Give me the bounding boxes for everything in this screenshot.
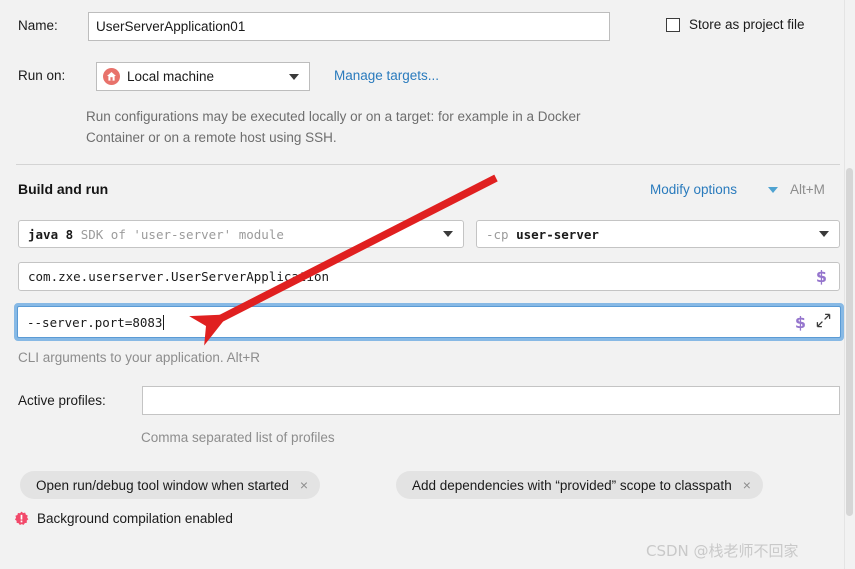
cli-arguments-focus-ring: --server.port=8083 $ xyxy=(14,303,844,341)
run-on-hint-text: Run configurations may be executed local… xyxy=(86,109,581,145)
section-divider xyxy=(16,164,840,165)
watermark: CSDN @栈老师不回家 xyxy=(646,542,799,560)
background-compilation-status: Background compilation enabled xyxy=(14,511,233,526)
run-on-target-dropdown[interactable]: Local machine xyxy=(96,62,310,91)
expand-editor-icon[interactable] xyxy=(810,313,834,331)
classpath-module: user-server xyxy=(516,226,599,242)
build-and-run-title: Build and run xyxy=(18,181,109,197)
classpath-module-dropdown[interactable]: -cp user-server xyxy=(476,220,840,248)
modify-options-chevron-down-icon[interactable] xyxy=(768,187,778,193)
scrollbar-thumb[interactable] xyxy=(846,168,853,516)
active-profiles-hint: Comma separated list of profiles xyxy=(141,430,335,445)
background-compilation-label: Background compilation enabled xyxy=(37,511,233,526)
main-class-input[interactable]: com.zxe.userserver.UserServerApplication… xyxy=(18,262,840,291)
option-chip-label: Open run/debug tool window when started xyxy=(36,477,289,493)
classpath-prefix: -cp xyxy=(486,226,509,242)
option-chip-label: Add dependencies with “provided” scope t… xyxy=(412,477,732,493)
macro-dollar-icon[interactable]: $ xyxy=(812,267,831,286)
run-on-label: Run on: xyxy=(18,68,66,83)
jre-sdk-dropdown[interactable]: java 8 SDK of 'user-server' module xyxy=(18,220,464,248)
close-icon[interactable]: × xyxy=(743,478,751,492)
cli-arguments-hint: CLI arguments to your application. Alt+R xyxy=(18,350,261,365)
cli-arguments-input[interactable]: --server.port=8083 $ xyxy=(17,306,841,338)
local-machine-home-icon xyxy=(103,68,120,85)
name-input-value: UserServerApplication01 xyxy=(96,19,246,34)
jre-sdk-suffix: SDK of 'user-server' module xyxy=(80,226,284,242)
active-profiles-label: Active profiles: xyxy=(18,393,106,408)
chevron-down-icon[interactable] xyxy=(289,73,299,80)
classpath-chevron-down-icon[interactable] xyxy=(819,231,829,237)
jre-sdk-chevron-down-icon[interactable] xyxy=(443,231,453,237)
text-cursor xyxy=(163,314,165,330)
name-input[interactable]: UserServerApplication01 xyxy=(88,12,610,41)
modify-options-shortcut: Alt+M xyxy=(790,182,825,197)
run-on-selected-value: Local machine xyxy=(127,69,215,84)
manage-targets-link[interactable]: Manage targets... xyxy=(334,68,439,83)
cli-arguments-value: --server.port=8083 xyxy=(27,314,163,330)
jre-sdk-value: java 8 SDK of 'user-server' module xyxy=(28,227,443,242)
run-configuration-panel: Name: UserServerApplication01 Store as p… xyxy=(0,0,855,569)
modify-options-link[interactable]: Modify options xyxy=(650,182,737,197)
active-profiles-input[interactable] xyxy=(142,386,840,415)
store-as-project-file-row[interactable]: Store as project file xyxy=(666,17,805,32)
main-class-value: com.zxe.userserver.UserServerApplication xyxy=(28,269,330,284)
jre-sdk-prefix: java 8 xyxy=(28,226,74,242)
name-label: Name: xyxy=(18,18,58,33)
option-chip-open-run-debug-window[interactable]: Open run/debug tool window when started … xyxy=(20,471,321,499)
option-chip-add-provided-dependencies[interactable]: Add dependencies with “provided” scope t… xyxy=(396,471,763,499)
cli-arguments-value-wrap: --server.port=8083 xyxy=(27,314,791,330)
classpath-value: -cp user-server xyxy=(486,227,819,242)
macro-dollar-icon[interactable]: $ xyxy=(791,313,810,332)
vertical-scrollbar[interactable] xyxy=(844,0,855,569)
close-icon[interactable]: × xyxy=(300,478,308,492)
store-as-project-file-label: Store as project file xyxy=(689,17,805,32)
store-as-project-file-checkbox[interactable] xyxy=(666,17,680,32)
warning-badge-icon xyxy=(14,511,29,526)
